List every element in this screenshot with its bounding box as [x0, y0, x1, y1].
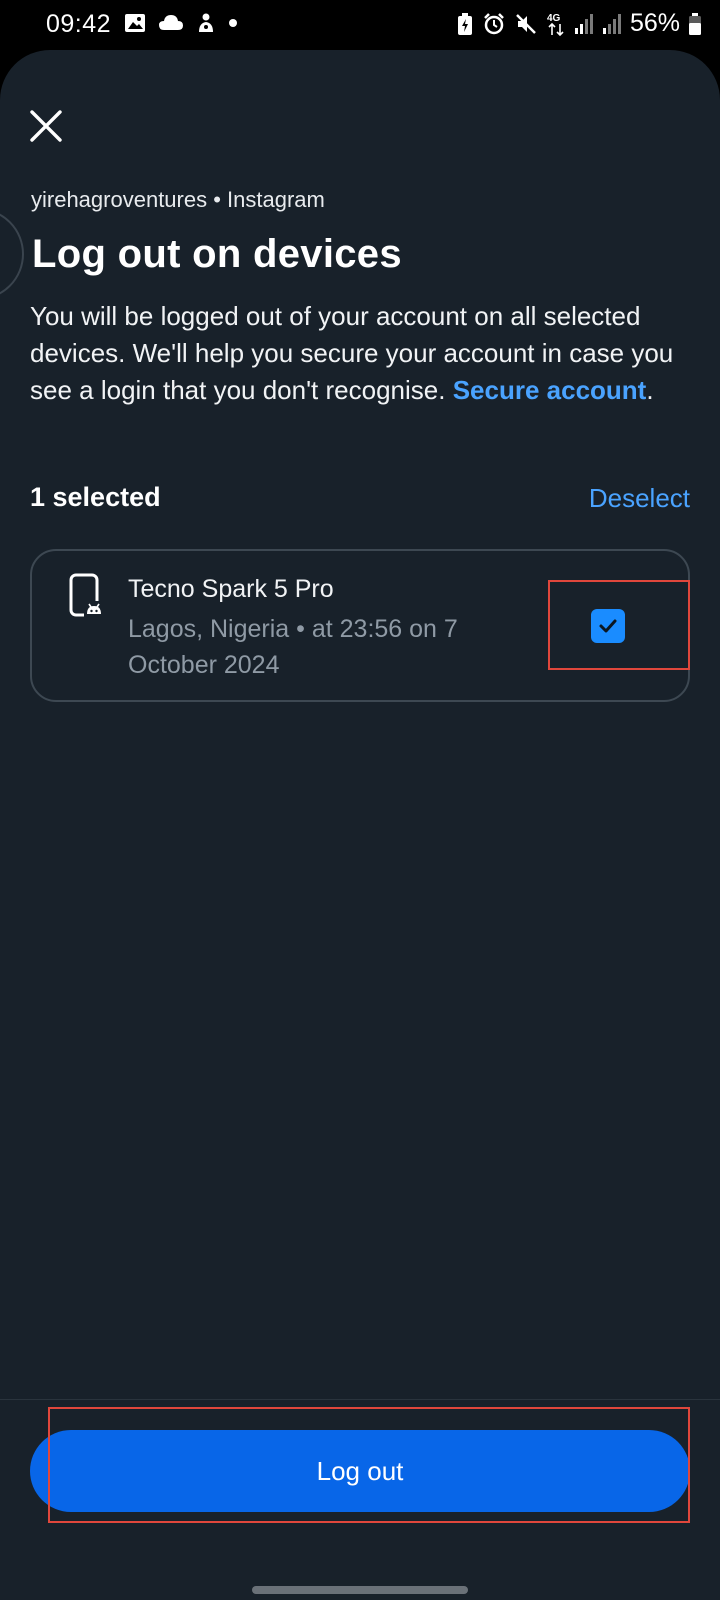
device-meta: Lagos, Nigeria • at 23:56 on 7 October 2… — [128, 615, 458, 679]
home-indicator[interactable] — [252, 1586, 468, 1594]
status-time: 09:42 — [46, 10, 112, 38]
battery-icon — [689, 12, 701, 35]
deselect-button[interactable]: Deselect — [589, 483, 690, 514]
android-phone-icon — [69, 573, 104, 617]
device-name: Tecno Spark 5 Pro — [128, 575, 334, 603]
status-bar: 09:42 4G 56% — [0, 0, 720, 50]
device-checkbox[interactable] — [591, 609, 625, 643]
description-trailing: . — [646, 375, 654, 405]
description: You will be logged out of your account o… — [30, 298, 690, 409]
logout-button[interactable]: Log out — [30, 1430, 690, 1512]
close-icon — [30, 110, 62, 142]
battery-saver-icon — [457, 12, 472, 35]
alarm-icon — [484, 12, 504, 34]
background-edge-arc — [0, 208, 24, 300]
logout-sheet: yirehagroventures • Instagram Log out on… — [0, 50, 720, 1600]
notification-icon — [199, 13, 213, 32]
selected-count: 1 selected — [30, 482, 161, 512]
battery-percent: 56% — [629, 9, 680, 37]
close-button[interactable] — [26, 106, 66, 146]
image-icon — [125, 14, 145, 32]
footer-divider — [0, 1399, 720, 1400]
svg-text:4G: 4G — [547, 13, 561, 24]
page-title: Log out on devices — [32, 232, 402, 276]
signal-icon — [574, 13, 593, 34]
checkmark-icon — [599, 619, 617, 633]
mute-icon — [516, 13, 536, 34]
network-4g-icon: 4G — [547, 13, 564, 36]
account-subtitle: yirehagroventures • Instagram — [31, 187, 325, 212]
secure-account-link[interactable]: Secure account — [453, 375, 647, 405]
dot-icon — [229, 19, 237, 27]
cloud-icon — [159, 15, 183, 30]
signal-icon — [602, 13, 621, 34]
